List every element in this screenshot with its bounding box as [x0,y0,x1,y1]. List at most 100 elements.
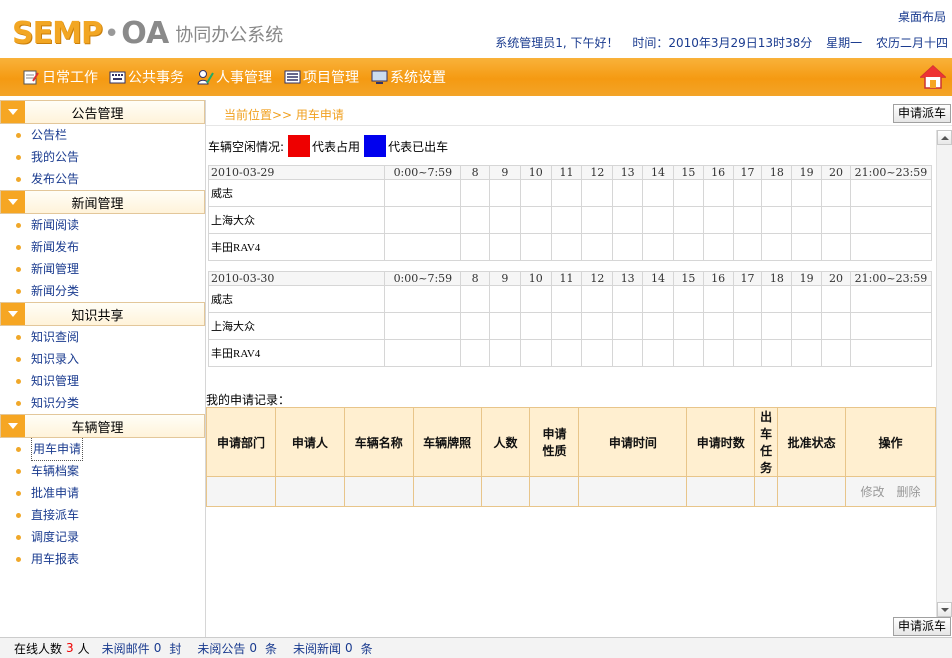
time-slot-cell[interactable] [672,206,704,234]
time-slot-cell[interactable] [761,339,793,367]
time-slot-cell[interactable] [519,233,552,261]
sidebar-item-publish-announcement[interactable]: 发布公告 [0,168,205,190]
time-slot-cell[interactable] [642,233,674,261]
time-slot-cell[interactable] [612,206,644,234]
sidebar-item-approve-requests[interactable]: 批准申请 [0,482,205,504]
time-slot-cell[interactable] [732,312,763,340]
time-slot-cell[interactable] [581,233,614,261]
time-slot-cell[interactable] [732,285,763,313]
time-slot-cell[interactable] [581,179,614,207]
time-slot-cell[interactable] [702,285,734,313]
time-slot-cell[interactable] [849,312,933,340]
time-slot-cell[interactable] [821,339,851,367]
time-slot-cell[interactable] [581,312,614,340]
time-slot-cell[interactable] [849,179,933,207]
time-slot-cell[interactable] [581,339,614,367]
time-slot-cell[interactable] [550,179,583,207]
apply-dispatch-button-bottom[interactable]: 申请派车 [892,617,951,636]
nav-project-management[interactable]: 项目管理 [283,67,359,87]
time-slot-cell[interactable] [791,206,823,234]
sidebar-item-news-read[interactable]: 新闻阅读 [0,214,205,236]
time-slot-cell[interactable] [849,339,933,367]
time-slot-cell[interactable] [732,233,763,261]
time-slot-cell[interactable] [460,312,491,340]
time-slot-cell[interactable] [642,312,674,340]
time-slot-cell[interactable] [460,233,491,261]
collapse-arrow-icon[interactable] [1,415,25,437]
time-slot-cell[interactable] [791,179,823,207]
time-slot-cell[interactable] [761,233,793,261]
sidebar-item-vehicle-records[interactable]: 车辆档案 [0,460,205,482]
desk-layout-link[interactable]: 桌面布局 [898,8,946,25]
time-slot-cell[interactable] [519,312,552,340]
time-slot-cell[interactable] [489,179,521,207]
time-slot-cell[interactable] [821,179,851,207]
apply-dispatch-button-top[interactable]: 申请派车 [892,104,951,123]
time-slot-cell[interactable] [791,312,823,340]
nav-hr-management[interactable]: 人事管理 [196,67,272,87]
time-slot-cell[interactable] [732,206,763,234]
time-slot-cell[interactable] [384,285,462,313]
sidebar-item-knowledge-category[interactable]: 知识分类 [0,392,205,414]
sidebar-item-vehicle-request[interactable]: 用车申请 [0,437,205,461]
time-slot-cell[interactable] [489,233,521,261]
time-slot-cell[interactable] [732,179,763,207]
time-slot-cell[interactable] [791,285,823,313]
sidebar-item-knowledge-query[interactable]: 知识查阅 [0,326,205,348]
time-slot-cell[interactable] [821,233,851,261]
time-slot-cell[interactable] [612,233,644,261]
home-icon[interactable] [919,64,947,90]
time-slot-cell[interactable] [550,339,583,367]
edit-link[interactable]: 修改 [861,485,885,499]
nav-public-affairs[interactable]: 公共事务 [108,67,184,87]
time-slot-cell[interactable] [761,179,793,207]
section-header-news[interactable]: 新闻管理 [0,190,205,214]
time-slot-cell[interactable] [612,179,644,207]
unread-mail-link[interactable]: 未阅邮件 [102,640,150,657]
time-slot-cell[interactable] [732,339,763,367]
time-slot-cell[interactable] [489,285,521,313]
time-slot-cell[interactable] [672,179,704,207]
time-slot-cell[interactable] [642,206,674,234]
time-slot-cell[interactable] [581,285,614,313]
time-slot-cell[interactable] [519,206,552,234]
time-slot-cell[interactable] [519,285,552,313]
time-slot-cell[interactable] [550,285,583,313]
sidebar-item-knowledge-manage[interactable]: 知识管理 [0,370,205,392]
time-slot-cell[interactable] [460,285,491,313]
time-slot-cell[interactable] [702,339,734,367]
time-slot-cell[interactable] [821,206,851,234]
unread-notice-link[interactable]: 未阅公告 [197,640,245,657]
sidebar-item-vehicle-report[interactable]: 用车报表 [0,548,205,570]
time-slot-cell[interactable] [821,312,851,340]
time-slot-cell[interactable] [821,285,851,313]
time-slot-cell[interactable] [550,312,583,340]
collapse-arrow-icon[interactable] [1,101,25,123]
time-slot-cell[interactable] [761,285,793,313]
section-header-vehicles[interactable]: 车辆管理 [0,414,205,438]
time-slot-cell[interactable] [791,339,823,367]
time-slot-cell[interactable] [849,206,933,234]
time-slot-cell[interactable] [460,179,491,207]
delete-link[interactable]: 删除 [897,485,921,499]
time-slot-cell[interactable] [791,233,823,261]
section-header-announcements[interactable]: 公告管理 [0,100,205,124]
time-slot-cell[interactable] [642,339,674,367]
time-slot-cell[interactable] [702,179,734,207]
time-slot-cell[interactable] [460,206,491,234]
scroll-down-icon[interactable] [937,602,952,617]
time-slot-cell[interactable] [672,339,704,367]
time-slot-cell[interactable] [642,179,674,207]
sidebar-item-direct-dispatch[interactable]: 直接派车 [0,504,205,526]
nav-daily-work[interactable]: 日常工作 [22,67,98,87]
time-slot-cell[interactable] [849,285,933,313]
time-slot-cell[interactable] [384,206,462,234]
sidebar-item-my-announcements[interactable]: 我的公告 [0,146,205,168]
time-slot-cell[interactable] [761,312,793,340]
time-slot-cell[interactable] [581,206,614,234]
time-slot-cell[interactable] [384,233,462,261]
time-slot-cell[interactable] [612,312,644,340]
sidebar-item-knowledge-entry[interactable]: 知识录入 [0,348,205,370]
time-slot-cell[interactable] [702,206,734,234]
time-slot-cell[interactable] [672,233,704,261]
